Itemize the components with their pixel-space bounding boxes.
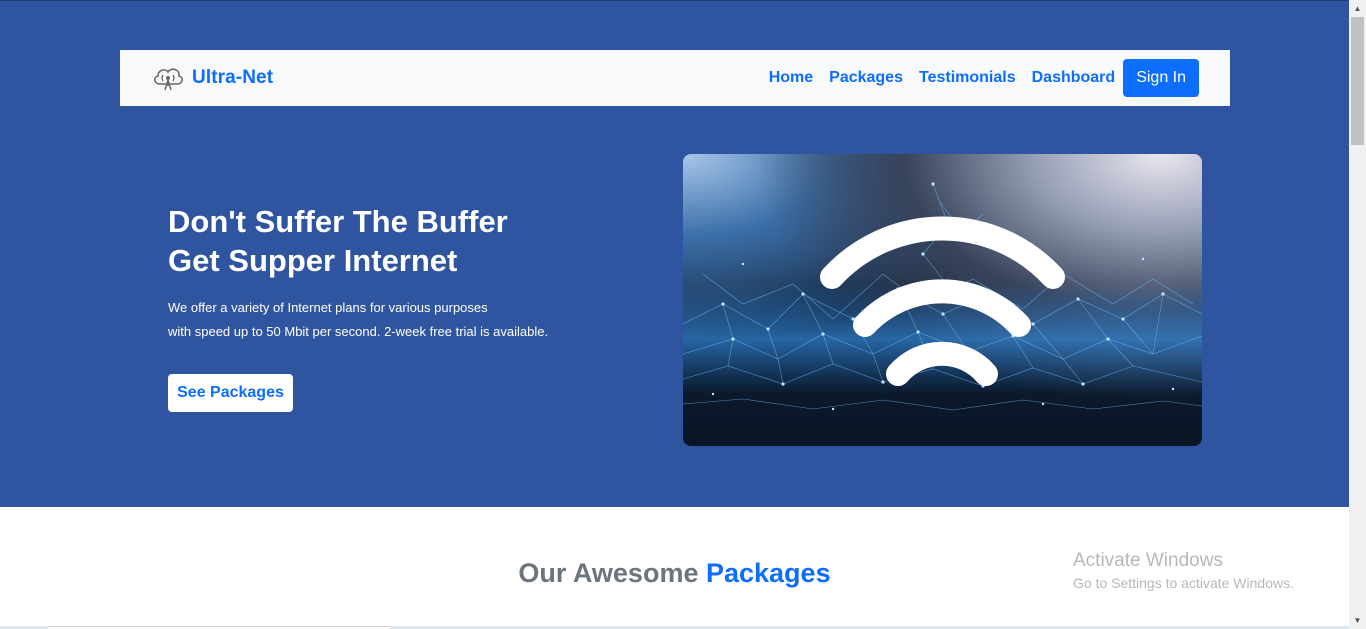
nav-link-packages[interactable]: Packages: [829, 69, 903, 87]
hero-section: Ultra-Net Home Packages Testimonials Das…: [0, 0, 1349, 507]
hero-title: Don't Suffer The Buffer Get Supper Inter…: [168, 202, 508, 280]
hero-description: We offer a variety of Internet plans for…: [168, 296, 548, 344]
page-scrollbar[interactable]: ▲ ▼: [1349, 0, 1366, 629]
navbar: Ultra-Net Home Packages Testimonials Das…: [120, 50, 1230, 106]
scrollbar-thumb[interactable]: [1351, 17, 1364, 145]
hero-title-line-1: Don't Suffer The Buffer: [168, 204, 508, 239]
nav-link-dashboard[interactable]: Dashboard: [1032, 69, 1116, 87]
sign-in-button[interactable]: Sign In: [1123, 59, 1199, 97]
scroll-down-arrow-icon[interactable]: ▼: [1349, 612, 1366, 629]
watermark-title: Activate Windows: [1073, 550, 1223, 571]
network-background-graphic: [683, 182, 1202, 411]
packages-title-prefix: Our Awesome: [518, 558, 699, 588]
hero-description-line-2: with speed up to 50 Mbit per second. 2-w…: [168, 324, 549, 339]
nav-link-home[interactable]: Home: [769, 69, 813, 87]
hero-description-line-1: We offer a variety of Internet plans for…: [168, 300, 488, 315]
hero-image: [683, 154, 1202, 446]
page: Ultra-Net Home Packages Testimonials Das…: [0, 0, 1349, 629]
brand-name: Ultra-Net: [192, 67, 274, 88]
see-packages-button[interactable]: See Packages: [168, 374, 293, 412]
brand[interactable]: Ultra-Net: [152, 50, 273, 106]
packages-title-accent: Packages: [705, 558, 831, 588]
activate-windows-watermark: Activate Windows Go to Settings to activ…: [1073, 549, 1294, 593]
scroll-up-arrow-icon[interactable]: ▲: [1349, 0, 1366, 17]
watermark-subtitle: Go to Settings to activate Windows.: [1073, 575, 1294, 591]
nav-link-testimonials[interactable]: Testimonials: [919, 69, 1016, 87]
hero-title-line-2: Get Supper Internet: [168, 243, 458, 278]
cloud-antenna-icon: [152, 64, 184, 92]
nav-links: Home Packages Testimonials Dashboard Sig…: [769, 50, 1199, 106]
